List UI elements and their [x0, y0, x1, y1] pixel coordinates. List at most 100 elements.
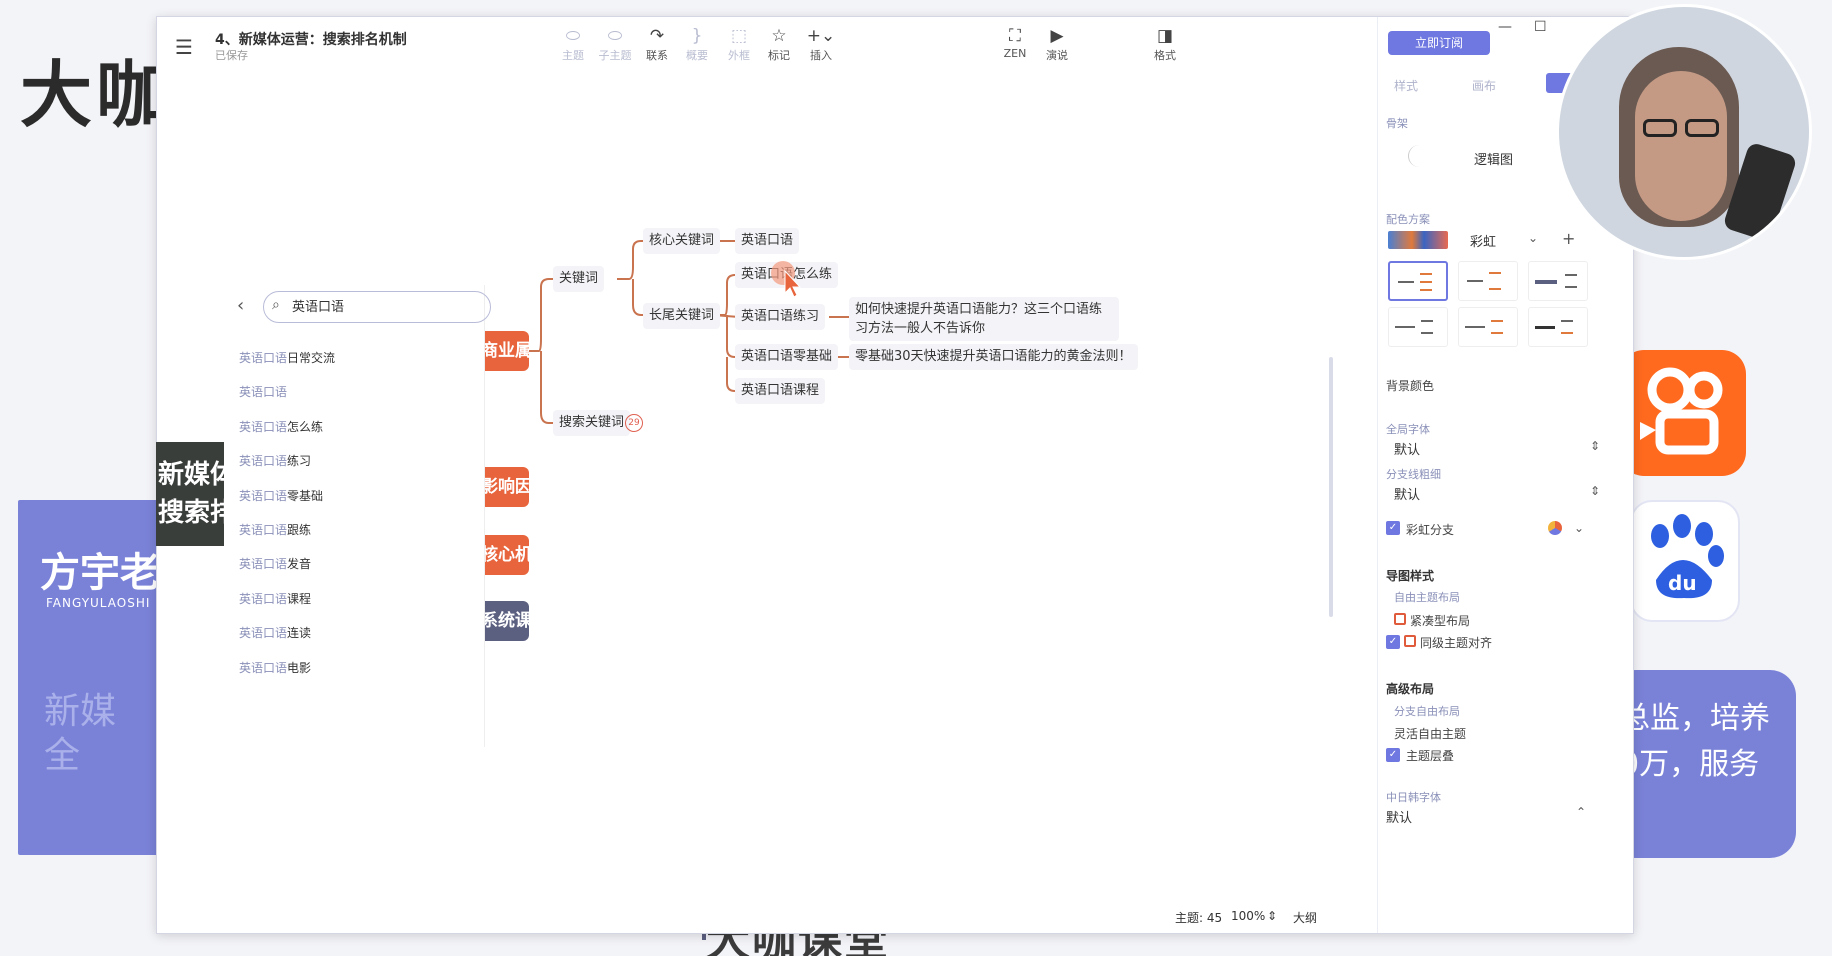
toolbar-subtopic-button[interactable]: ⬭ 子主题: [595, 25, 635, 63]
skeleton-value[interactable]: 逻辑图: [1474, 149, 1513, 168]
toolbar-label: ZEN: [1003, 47, 1027, 60]
node-search-keyword[interactable]: 搜索关键词: [553, 410, 631, 436]
search-suggestion[interactable]: 英语口语跟练: [239, 521, 311, 538]
format-icon: ◨: [1156, 26, 1174, 46]
cjk-font-label: 中日韩字体: [1386, 791, 1441, 804]
outline-button[interactable]: 大纲: [1293, 909, 1317, 926]
ghost-line: 新媒: [44, 691, 117, 732]
toolbar-topic-button[interactable]: ⬭ 主题: [553, 25, 593, 63]
rainbow-branch-checkbox[interactable]: ✓: [1386, 521, 1400, 535]
toolbar-format-button[interactable]: ◨ 格式: [1145, 25, 1185, 63]
background-color-label: 背景颜色: [1386, 379, 1435, 393]
back-arrow-icon[interactable]: ‹: [237, 295, 244, 316]
node-core-child[interactable]: 英语口语: [735, 228, 800, 254]
subscribe-button[interactable]: 立即订阅: [1388, 31, 1490, 55]
cjk-font-value[interactable]: 默认: [1386, 807, 1412, 826]
toolbar-insert-button[interactable]: +⌄ 插入: [801, 25, 841, 63]
node-long-tail-child[interactable]: 英语口语练习: [735, 304, 826, 330]
search-suggestion[interactable]: 英语口语发音: [239, 555, 311, 572]
zoom-level[interactable]: 100%: [1231, 909, 1265, 923]
map-style-label: 导图样式: [1386, 569, 1435, 583]
node-note-zero-basis[interactable]: 零基础30天快速提升英语口语能力的黄金法则！: [849, 344, 1138, 370]
search-suggestion[interactable]: 英语口语怎么练: [239, 418, 323, 435]
menu-icon[interactable]: ☰: [175, 35, 193, 59]
theme-thumbnail[interactable]: [1388, 261, 1448, 301]
flexible-free-topic-label[interactable]: 灵活自由主题: [1394, 725, 1466, 742]
search-suggestion[interactable]: 英语口语: [239, 383, 287, 400]
toolbar-zen-button[interactable]: ⛶ ZEN: [995, 25, 1035, 60]
search-suggestion[interactable]: 英语口语课程: [239, 590, 311, 607]
suggestion-match: 英语口语: [239, 660, 288, 675]
node-long-tail-child[interactable]: 英语口语课程: [735, 378, 826, 404]
ghost-text: 新媒 全: [44, 690, 116, 778]
align-checkbox[interactable]: ✓: [1386, 635, 1400, 649]
node-long-tail-child[interactable]: 英语口语零基础: [735, 344, 839, 370]
search-suggestion[interactable]: 英语口语日常交流: [239, 349, 335, 366]
toolbar-summary-button[interactable]: } 概要: [677, 25, 717, 63]
present-icon: ▶: [1050, 26, 1064, 46]
search-box[interactable]: ⌕: [263, 291, 491, 323]
color-scheme-value[interactable]: 彩虹: [1470, 231, 1496, 250]
global-font-value[interactable]: 默认: [1394, 439, 1420, 458]
search-icon: ⌕: [272, 297, 280, 313]
maximize-icon[interactable]: ☐: [1534, 19, 1547, 35]
add-icon[interactable]: +: [1562, 229, 1575, 248]
collapsed-count-badge[interactable]: 29: [625, 414, 643, 432]
suggestion-match: 英语口语: [239, 454, 288, 469]
topic-icon: ⬭: [565, 26, 581, 46]
suggestion-match: 英语口语: [239, 523, 288, 537]
stepper-icon[interactable]: ⇕: [1590, 439, 1600, 453]
advanced-layout-label: 高级布局: [1386, 682, 1435, 696]
node-core-keyword[interactable]: 核心关键词: [643, 228, 721, 254]
toolbar-present-button[interactable]: ▶ 演说: [1037, 25, 1077, 63]
search-suggestion[interactable]: 英语口语练习: [239, 452, 311, 469]
skeleton-icon[interactable]: [1408, 145, 1430, 167]
toolbar-label: 概要: [686, 49, 708, 62]
theme-thumbnail[interactable]: [1458, 261, 1518, 301]
tab-style[interactable]: 样式: [1394, 77, 1418, 94]
suggestion-rest: 怎么练: [287, 419, 324, 434]
advanced-layout-sub: 分支自由布局: [1394, 705, 1460, 718]
minimize-icon[interactable]: —: [1498, 19, 1512, 35]
compact-layout-label[interactable]: 紧凑型布局: [1410, 612, 1470, 629]
toolbar-label: 格式: [1154, 49, 1176, 62]
mouse-cursor: [771, 261, 802, 305]
dark-box-line: 搜索排: [158, 498, 224, 528]
search-input[interactable]: [292, 298, 472, 313]
search-suggestion[interactable]: 英语口语零基础: [239, 487, 323, 504]
theme-thumbnail[interactable]: [1528, 307, 1588, 347]
chevron-up-icon[interactable]: ⌃: [1576, 805, 1586, 819]
dark-box-line: 新媒体: [158, 460, 224, 490]
node-note-practice[interactable]: 如何快速提升英语口语能力？这三个口语练习方法一般人不告诉你: [849, 297, 1119, 341]
suggestion-rest: 日常交流: [287, 351, 336, 365]
chevron-down-icon[interactable]: ⌄: [1574, 521, 1584, 535]
mindmap-canvas[interactable]: 搜索排名商业属性 搜索排名影响因素 搜索排名核心机制 搜索排名系统课程 关键词 …: [157, 77, 1361, 933]
node-long-tail-keyword[interactable]: 长尾关键词: [643, 303, 721, 329]
toolbar-relationship-button[interactable]: ↷ 联系: [637, 25, 677, 63]
teacher-card: 方宇老 FANGYULAOSHI 新媒 全: [18, 500, 168, 855]
theme-thumbnail[interactable]: [1458, 307, 1518, 347]
branch-width-value[interactable]: 默认: [1394, 484, 1420, 503]
node-keyword[interactable]: 关键词: [553, 266, 605, 292]
theme-thumbnail[interactable]: [1528, 261, 1588, 301]
suggestion-match: 英语口语: [239, 419, 288, 434]
chevron-down-icon[interactable]: ⌄: [1528, 231, 1538, 245]
suggestion-rest: 跟练: [287, 523, 312, 537]
zoom-stepper-icon[interactable]: ⇕: [1267, 909, 1277, 923]
toolbar-star-button[interactable]: ☆ 标记: [759, 25, 799, 63]
stepper-icon[interactable]: ⇕: [1590, 484, 1600, 498]
tab-canvas[interactable]: 画布: [1472, 77, 1496, 94]
zen-icon: ⛶: [1009, 26, 1021, 46]
relationship-icon: ↷: [649, 26, 665, 46]
theme-thumbnail[interactable]: [1388, 307, 1448, 347]
toolbar-label: 插入: [810, 49, 832, 62]
search-suggestion[interactable]: 英语口语电影: [239, 659, 311, 676]
document-title: 4、新媒体运营：搜索排名机制: [215, 32, 407, 48]
toolbar-boundary-button[interactable]: ⬚ 外框: [719, 25, 759, 63]
search-suggestion[interactable]: 英语口语连读: [239, 624, 311, 641]
topic-overlap-checkbox[interactable]: ✓: [1386, 748, 1400, 762]
toolbar-label: 标记: [768, 49, 790, 62]
color-scheme-swatch[interactable]: [1388, 231, 1448, 249]
rainbow-color-icon[interactable]: [1548, 521, 1562, 535]
canvas-scrollbar[interactable]: [1329, 357, 1333, 617]
